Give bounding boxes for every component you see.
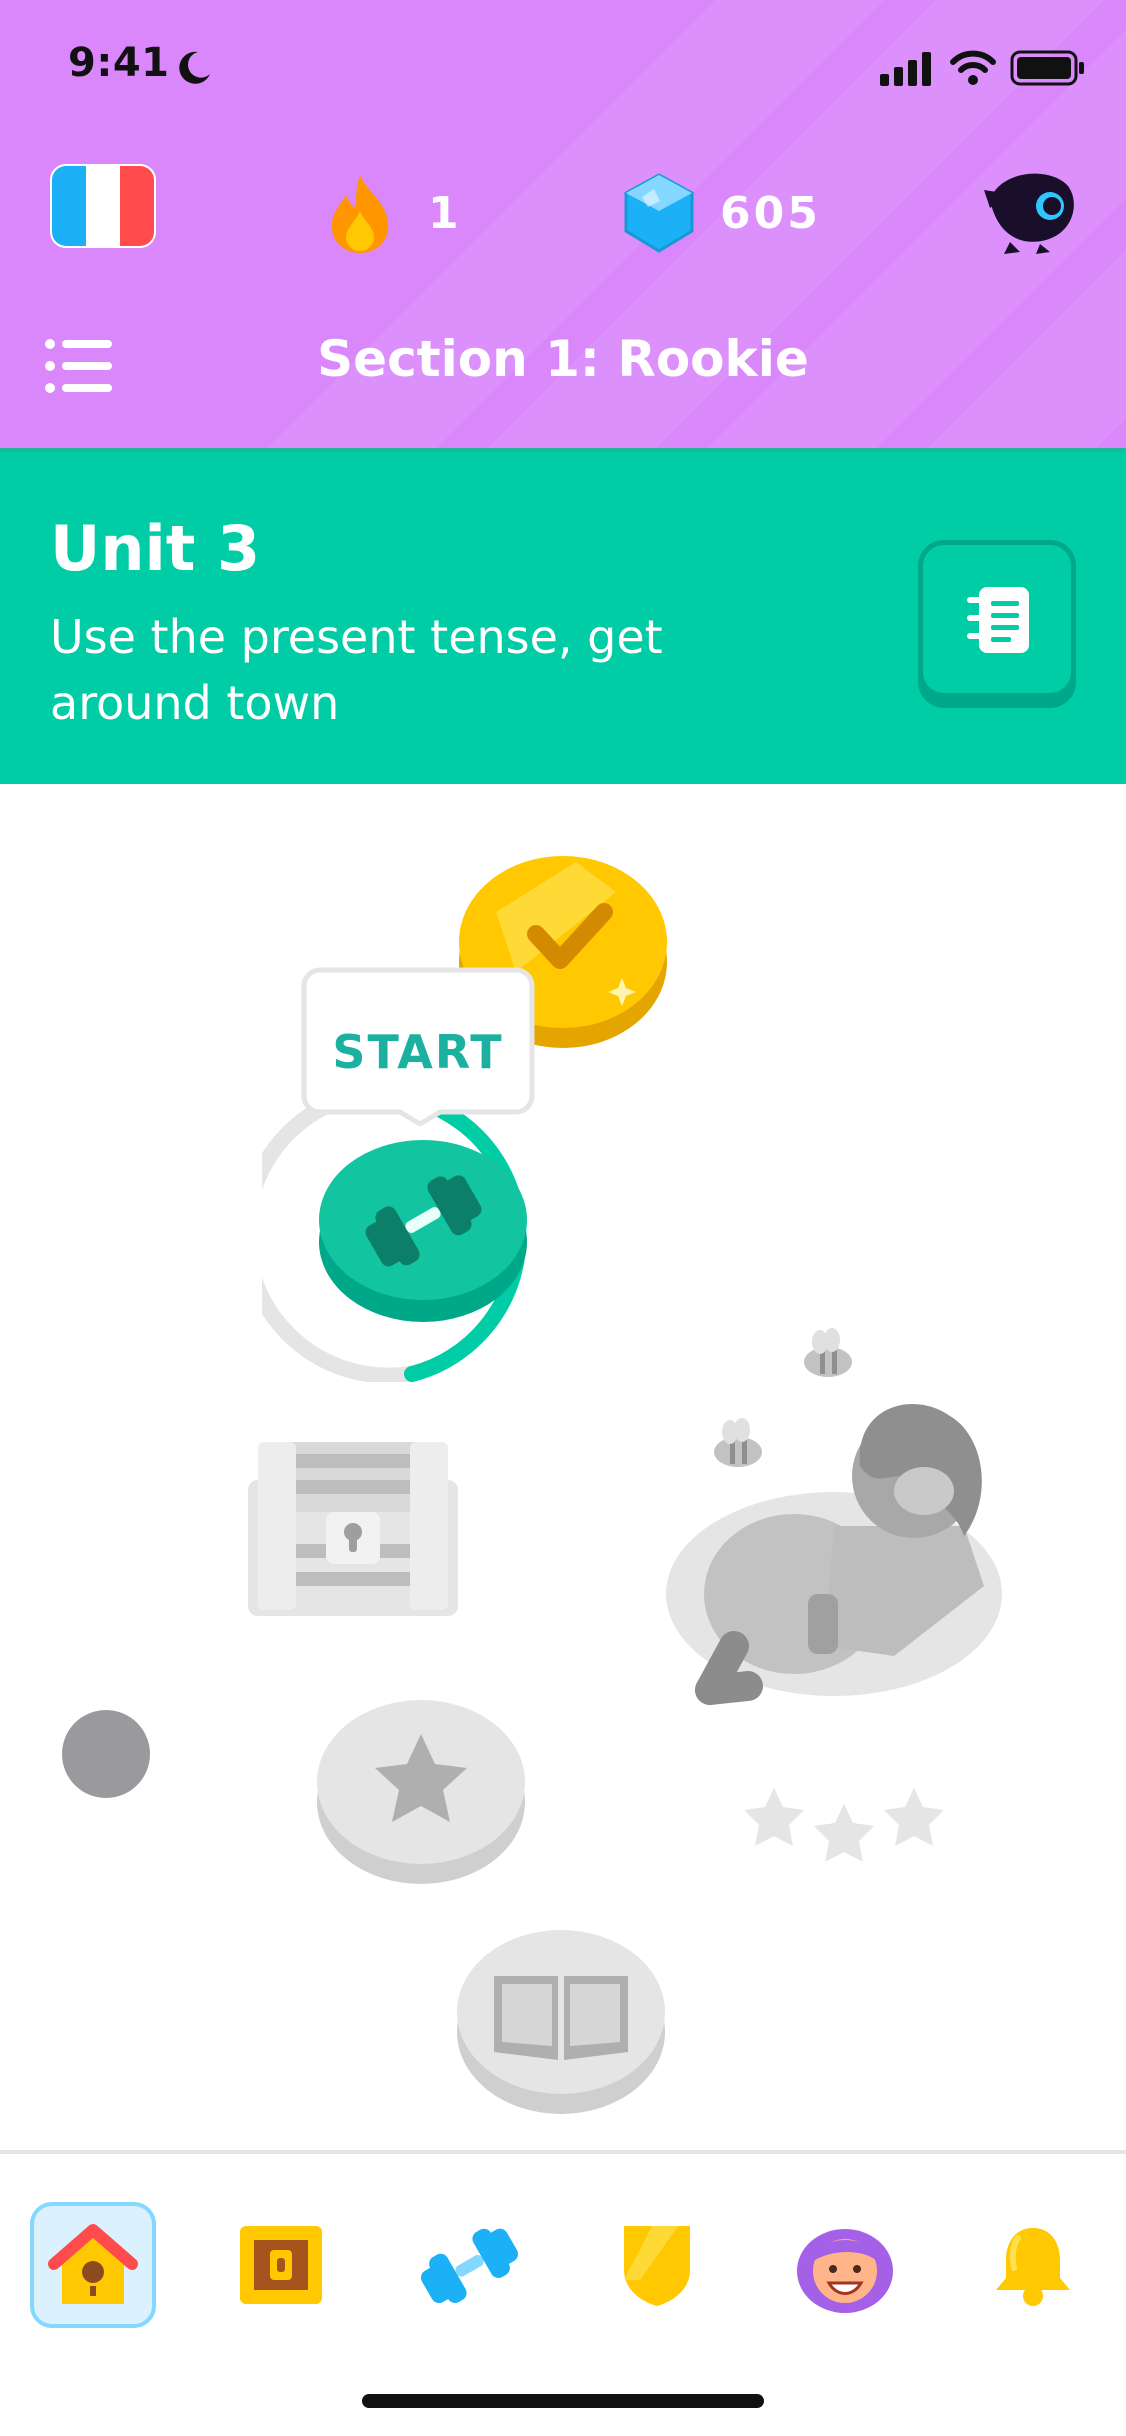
- start-label: START: [332, 1025, 503, 1079]
- practice-lesson-node[interactable]: [316, 1128, 530, 1328]
- tab-leagues[interactable]: [594, 2202, 720, 2328]
- french-flag-icon: [50, 164, 156, 248]
- unit-description: Use the present tense, get around town: [50, 610, 663, 730]
- notebook-icon: [967, 587, 1029, 653]
- battery-icon: [1010, 50, 1084, 86]
- gem-icon: [624, 173, 694, 253]
- status-time: 9:41: [68, 40, 170, 86]
- mascot-avatar-icon: [984, 173, 1074, 254]
- locked-story-node[interactable]: [454, 1920, 668, 2120]
- unit-banner: Unit 3 Use the present tense, get around…: [0, 448, 1126, 784]
- locked-chest[interactable]: [244, 1440, 462, 1620]
- gems-counter[interactable]: 605: [620, 168, 821, 258]
- unit-title: Unit 3: [50, 512, 261, 585]
- chest-icon: [240, 2226, 322, 2304]
- league-shield-icon: [624, 2226, 690, 2306]
- tab-practice[interactable]: [406, 2202, 532, 2328]
- dumbbell-icon: [420, 2228, 519, 2304]
- character-illustration: [664, 1326, 1004, 1756]
- moon-icon: [179, 51, 210, 84]
- section-title[interactable]: Section 1: Rookie: [0, 330, 1126, 388]
- star-icon: [317, 1700, 525, 1884]
- home-indicator: [362, 2394, 764, 2408]
- stars-icon: [744, 1788, 944, 1862]
- gems-count: 605: [720, 187, 821, 239]
- book-icon: [457, 1930, 665, 2114]
- flame-icon: [331, 175, 389, 253]
- character-stars: [742, 1784, 948, 1874]
- tab-notifications[interactable]: [970, 2202, 1096, 2328]
- bee-icon: [714, 1418, 762, 1467]
- streak-count: 1: [428, 187, 459, 239]
- profile-mascot-button[interactable]: [980, 160, 1080, 256]
- bell-icon: [996, 2228, 1070, 2306]
- start-bubble: START: [301, 967, 535, 1127]
- course-flag-button[interactable]: [48, 162, 158, 252]
- streak-counter[interactable]: 1: [322, 168, 459, 258]
- signal-icon: [880, 52, 931, 86]
- tab-home[interactable]: [30, 2202, 156, 2328]
- dumbbell-icon: [319, 1140, 527, 1322]
- tab-profile[interactable]: [782, 2202, 908, 2328]
- locked-star-node[interactable]: [314, 1690, 528, 1890]
- floating-dot-button[interactable]: [62, 1710, 150, 1798]
- chest-icon: [248, 1442, 458, 1616]
- status-bar: 9:41: [0, 0, 1126, 140]
- sleeping-character-icon: [666, 1328, 1002, 1705]
- wifi-icon: [950, 50, 996, 85]
- profile-avatar-icon: [797, 2229, 893, 2313]
- guidebook-button[interactable]: [918, 540, 1076, 698]
- bee-icon: [804, 1328, 852, 1377]
- home-icon: [48, 2224, 138, 2304]
- start-tooltip[interactable]: START: [300, 966, 536, 1127]
- tab-chest[interactable]: [218, 2202, 344, 2328]
